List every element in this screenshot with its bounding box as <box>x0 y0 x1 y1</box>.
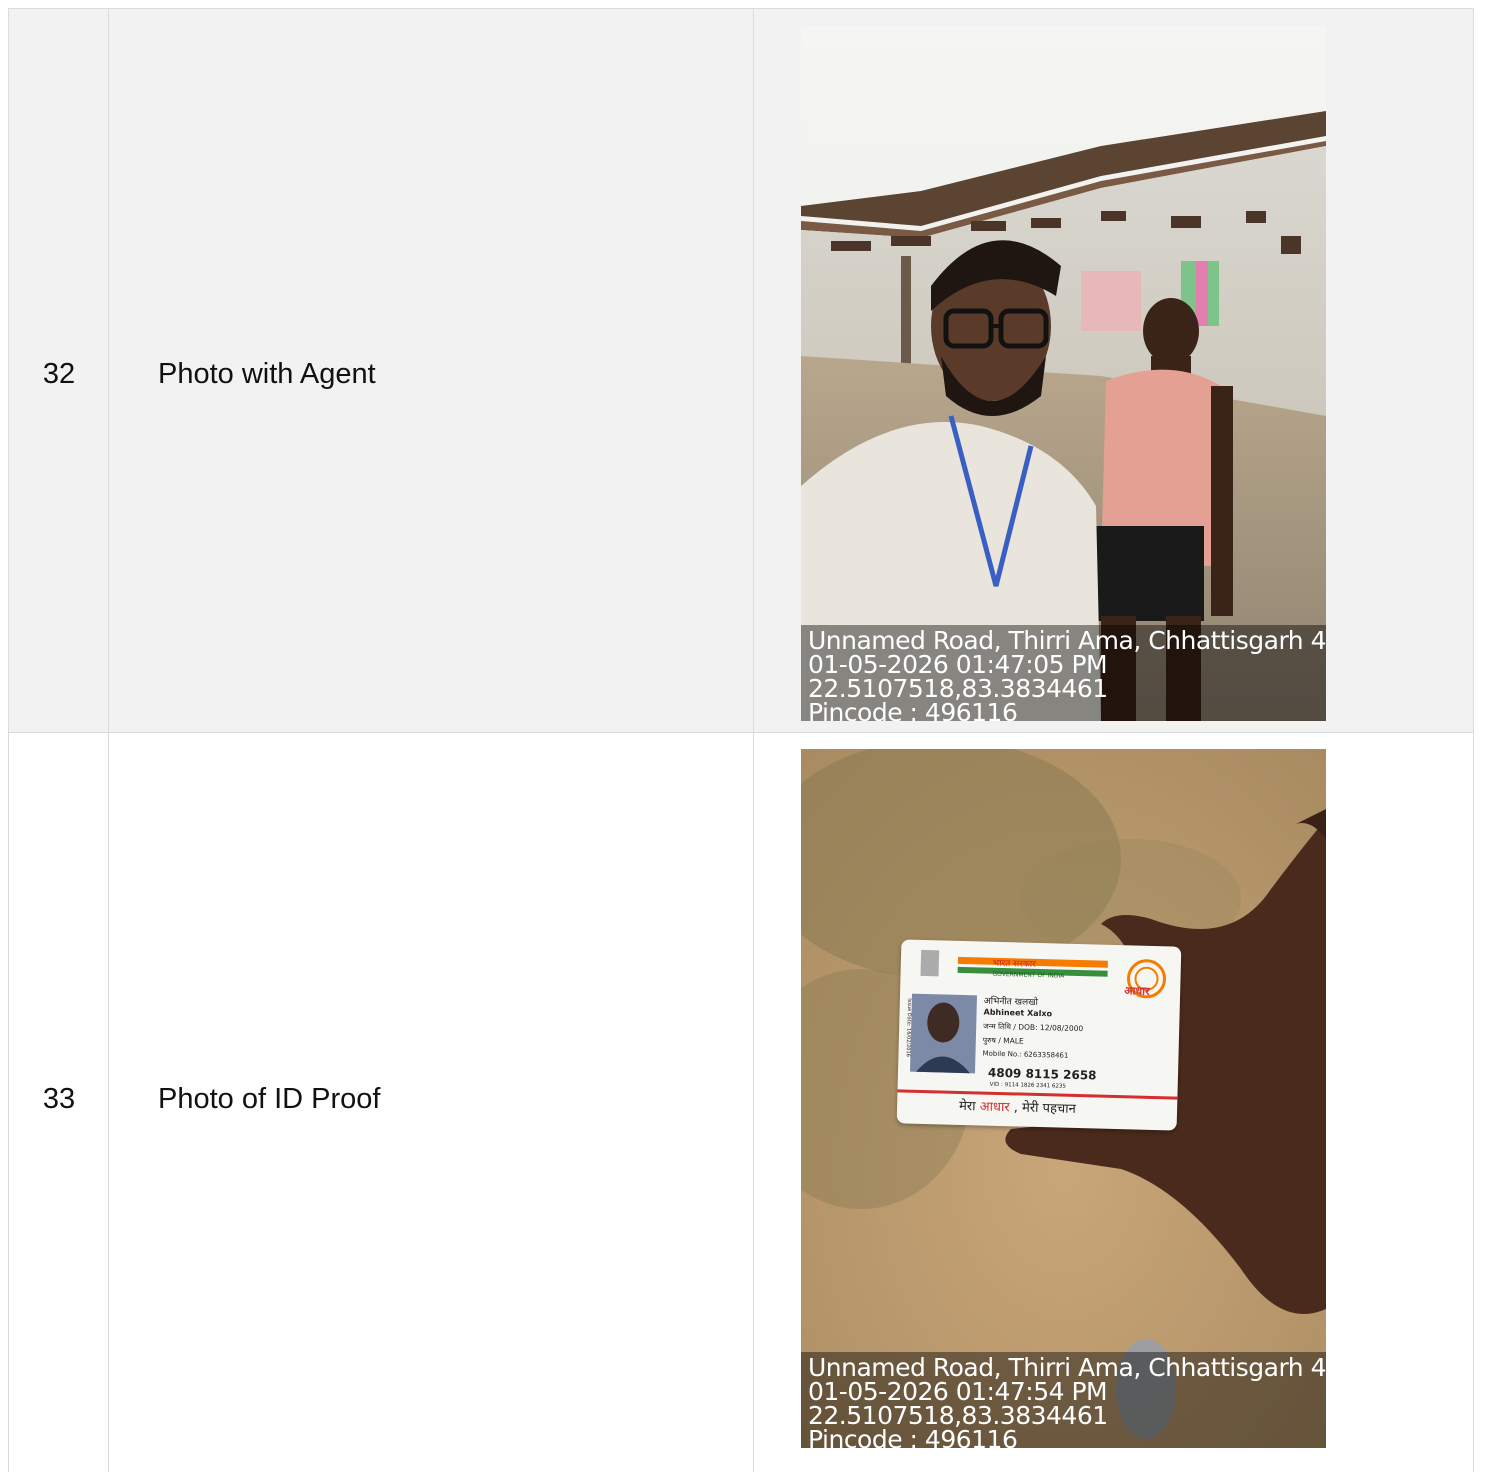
overlay-pincode: Pincode : 496116 <box>808 1425 1018 1448</box>
card-gov-hindi: भारत सरकार <box>992 958 1036 970</box>
serial-cell: 33 <box>8 732 108 1472</box>
card-name-english: Abhineet Xalxo <box>983 1007 1053 1019</box>
photo-cell: Unnamed Road, Thirri Ama, Chhattisgarh 4… <box>753 8 1474 732</box>
id-proof-photo[interactable]: भारत सरकार GOVERNMENT OF INDIA आधार अभिन… <box>801 749 1326 1448</box>
tagline-prefix: मेरा <box>958 1098 976 1115</box>
row-label: Photo of ID Proof <box>158 1083 381 1115</box>
label-cell: Photo of ID Proof <box>108 732 753 1472</box>
aadhaar-logo-text: आधार <box>1124 984 1150 998</box>
photo-metadata-overlay: Unnamed Road, Thirri Ama, Chhattisgarh 4… <box>801 625 1326 721</box>
table-row: 32 Photo with Agent Unnamed Road, Thirri… <box>8 8 1474 732</box>
tagline-suffix: , मेरी पहचान <box>1013 1100 1076 1117</box>
row-label: Photo with Agent <box>158 358 376 390</box>
overlay-pincode: Pincode : 496116 <box>808 698 1018 721</box>
aadhaar-number: 4809 8115 2658 <box>987 1065 1097 1083</box>
photo-cell: भारत सरकार GOVERNMENT OF INDIA आधार अभिन… <box>753 732 1474 1472</box>
serial-cell: 32 <box>8 8 108 732</box>
agent-photo-image <box>801 26 1326 721</box>
table-row: 33 Photo of ID Proof भारत सरकार GOVERNME… <box>8 732 1474 1472</box>
photo-metadata-overlay: Unnamed Road, Thirri Ama, Chhattisgarh 4… <box>801 1352 1326 1448</box>
tagline-highlight: आधार <box>979 1099 1010 1116</box>
label-cell: Photo with Agent <box>108 8 753 732</box>
row-number: 32 <box>42 358 76 390</box>
card-tagline: मेरा आधार , मेरी पहचान <box>959 1096 1076 1117</box>
agent-photo[interactable]: Unnamed Road, Thirri Ama, Chhattisgarh 4… <box>801 26 1326 721</box>
card-gender: पुरुष / MALE <box>982 1035 1024 1046</box>
row-number: 33 <box>42 1083 76 1115</box>
card-name-hindi: अभिनीत खलखो <box>983 996 1038 1008</box>
aadhaar-card: भारत सरकार GOVERNMENT OF INDIA आधार अभिन… <box>896 939 1182 1131</box>
